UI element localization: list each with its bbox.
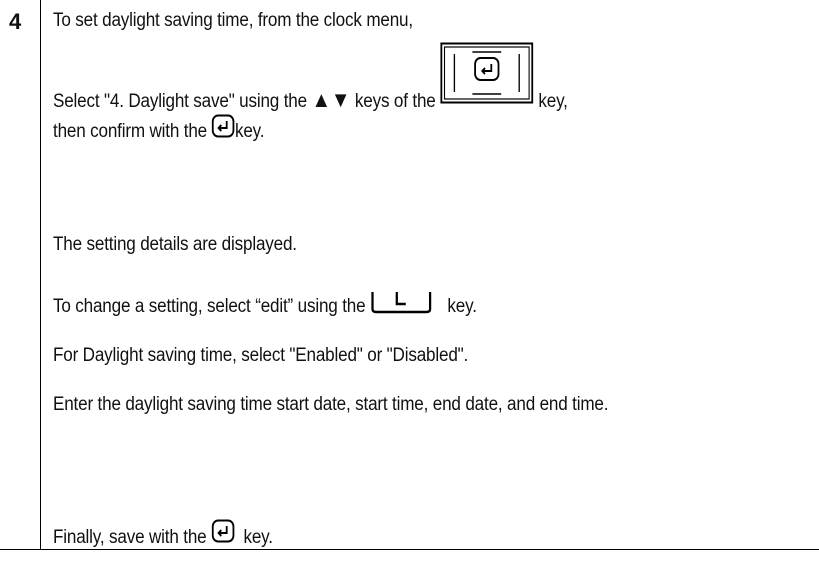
instruction-text: then confirm with the [53,121,212,143]
instruction-line-6: For Daylight saving time, select "Enable… [53,345,469,366]
up-arrow-icon: ▲ [311,87,332,113]
navigation-pad-with-enter-key-icon [440,42,534,110]
instruction-line-7: Enter the daylight saving time start dat… [53,394,609,415]
instruction-line-3: then confirm with the key. [53,114,265,147]
enter-key-icon [212,114,235,144]
enter-key-icon [211,519,235,549]
instruction-text: Select "4. Daylight save" using the [53,91,312,113]
instruction-text: keys of the [350,91,441,113]
instruction-step: 4 To set daylight saving time, from the … [0,0,819,563]
instruction-line-5: To change a setting, select “edit” using… [53,290,477,324]
instruction-line-4: The setting details are displayed. [53,234,297,255]
instruction-text: key. [243,527,273,549]
instruction-text: To change a setting, select “edit” using… [53,296,370,318]
down-arrow-icon: ▼ [330,87,351,113]
bottom-rule [0,549,819,550]
left-softkey-icon [370,286,433,320]
instruction-text: Finally, save with the [53,527,212,549]
step-number-column: 4 [0,0,41,549]
instruction-text: key. [447,296,477,318]
step-number: 4 [9,9,22,34]
instruction-line-1: To set daylight saving time, from the cl… [53,10,413,31]
instruction-text: key. [234,121,265,143]
instruction-text: key, [533,91,568,113]
